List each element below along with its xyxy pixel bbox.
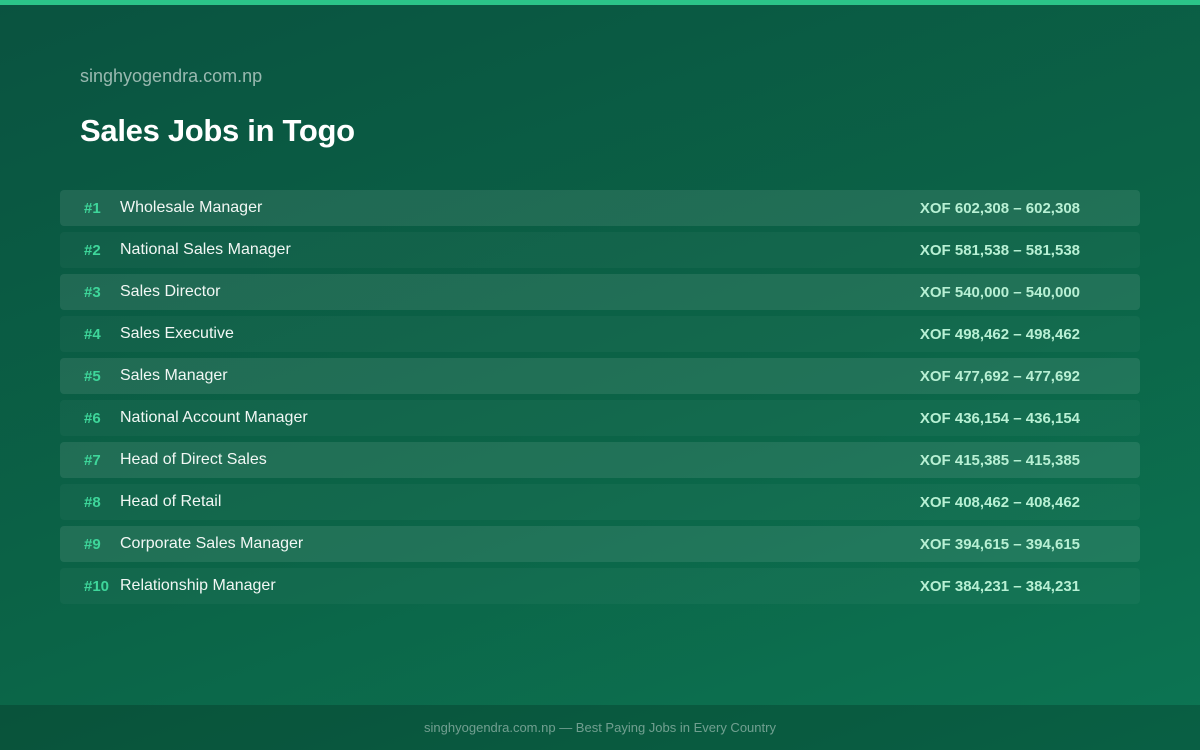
job-title: Sales Manager [120, 367, 228, 384]
job-rank: #1 [84, 199, 101, 217]
job-salary: XOF 477,692 – 477,692 [919, 367, 1080, 385]
top-accent-bar [0, 0, 1200, 5]
job-title: National Sales Manager [120, 241, 291, 258]
job-title: Wholesale Manager [120, 199, 263, 216]
job-rank: #3 [84, 283, 101, 301]
list-item: #6 National Account Manager XOF 436,154 … [60, 400, 1140, 436]
job-title: Relationship Manager [120, 577, 276, 594]
list-item: #10 Relationship Manager XOF 384,231 – 3… [60, 568, 1140, 604]
job-title: Sales Executive [120, 325, 234, 342]
job-rank: #8 [84, 493, 101, 511]
job-rank: #5 [84, 367, 101, 385]
job-rank: #9 [84, 535, 101, 553]
job-salary: XOF 498,462 – 498,462 [919, 325, 1080, 343]
job-salary: XOF 394,615 – 394,615 [919, 535, 1080, 553]
list-item: #2 National Sales Manager XOF 581,538 – … [60, 232, 1140, 268]
list-item: #3 Sales Director XOF 540,000 – 540,000 [60, 274, 1140, 310]
job-salary: XOF 384,231 – 384,231 [919, 577, 1080, 595]
job-title: Head of Retail [120, 493, 222, 510]
job-rank: #6 [84, 409, 101, 427]
job-salary: XOF 540,000 – 540,000 [919, 283, 1080, 301]
jobs-list: #1 Wholesale Manager XOF 602,308 – 602,3… [60, 190, 1140, 610]
page-title: Sales Jobs in Togo [80, 113, 355, 148]
job-title: Head of Direct Sales [120, 451, 267, 468]
footer-text: singhyogendra.com.np — Best Paying Jobs … [424, 720, 776, 735]
footer: singhyogendra.com.np — Best Paying Jobs … [0, 705, 1200, 750]
job-title: Corporate Sales Manager [120, 535, 304, 552]
job-title: National Account Manager [120, 409, 308, 426]
job-rank: #4 [84, 325, 101, 343]
job-salary: XOF 581,538 – 581,538 [919, 241, 1080, 259]
job-title: Sales Director [120, 283, 221, 300]
job-salary: XOF 408,462 – 408,462 [919, 493, 1080, 511]
job-rank: #2 [84, 241, 101, 259]
job-salary: XOF 602,308 – 602,308 [919, 199, 1080, 217]
list-item: #1 Wholesale Manager XOF 602,308 – 602,3… [60, 190, 1140, 226]
list-item: #7 Head of Direct Sales XOF 415,385 – 41… [60, 442, 1140, 478]
list-item: #9 Corporate Sales Manager XOF 394,615 –… [60, 526, 1140, 562]
list-item: #4 Sales Executive XOF 498,462 – 498,462 [60, 316, 1140, 352]
job-rank: #7 [84, 451, 101, 469]
job-salary: XOF 415,385 – 415,385 [919, 451, 1080, 469]
site-name: singhyogendra.com.np [80, 66, 263, 86]
list-item: #8 Head of Retail XOF 408,462 – 408,462 [60, 484, 1140, 520]
list-item: #5 Sales Manager XOF 477,692 – 477,692 [60, 358, 1140, 394]
job-salary: XOF 436,154 – 436,154 [919, 409, 1080, 427]
job-rank: #10 [84, 577, 110, 595]
